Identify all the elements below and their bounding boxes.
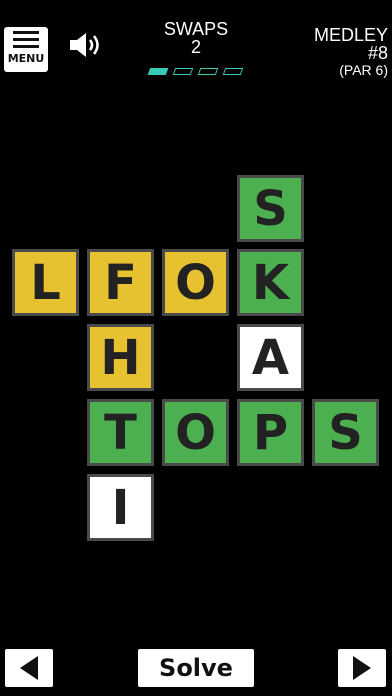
tile-letter: A (251, 329, 290, 386)
tile-letter: P (252, 404, 289, 461)
board-tile[interactable]: O (162, 399, 229, 466)
tile-letter: L (30, 254, 61, 311)
sound-toggle-button[interactable] (68, 30, 104, 60)
tile-letter: I (111, 479, 130, 536)
tile-letter: H (100, 329, 141, 386)
board-tile[interactable]: H (87, 324, 154, 391)
tile-letter: F (104, 254, 137, 311)
tile-letter: S (328, 404, 363, 461)
tile-letter: O (175, 404, 216, 461)
medley-label: MEDLEY (313, 25, 388, 45)
board-tile[interactable]: L (12, 249, 79, 316)
board-tile[interactable]: F (87, 249, 154, 316)
swaps-label: SWAPS (163, 19, 229, 39)
par-label: (PAR 6) (339, 62, 388, 78)
next-puzzle-button[interactable] (338, 649, 386, 687)
board-tile[interactable]: S (312, 399, 379, 466)
hamburger-icon (13, 31, 39, 34)
board-tile[interactable]: S (237, 175, 304, 242)
board-tile[interactable]: I (87, 474, 154, 541)
tile-letter: K (251, 254, 290, 311)
speaker-icon (70, 33, 99, 57)
swap-pip (172, 68, 194, 75)
swap-pip (222, 68, 244, 75)
menu-button[interactable]: MENU (4, 27, 48, 72)
tile-letter: T (104, 404, 137, 461)
previous-puzzle-button[interactable] (5, 649, 53, 687)
swap-pip (147, 68, 169, 75)
hamburger-icon-bar (13, 38, 39, 41)
board-tile[interactable]: A (237, 324, 304, 391)
solve-button[interactable]: Solve (138, 649, 254, 687)
menu-label: MENU (7, 52, 45, 65)
board-tile[interactable]: O (162, 249, 229, 316)
puzzle-number: #8 (367, 43, 388, 63)
solve-label: Solve (159, 654, 233, 682)
triangle-left-icon (20, 656, 38, 680)
tile-letter: O (175, 254, 216, 311)
board-tile[interactable]: T (87, 399, 154, 466)
swaps-count: 2 (190, 37, 201, 57)
swap-pip (197, 68, 219, 75)
board-tile[interactable]: P (237, 399, 304, 466)
swaps-progress (146, 68, 246, 78)
triangle-right-icon (353, 656, 371, 680)
hamburger-icon-bar (13, 45, 39, 48)
board-tile[interactable]: K (237, 249, 304, 316)
tile-letter: S (253, 180, 288, 237)
